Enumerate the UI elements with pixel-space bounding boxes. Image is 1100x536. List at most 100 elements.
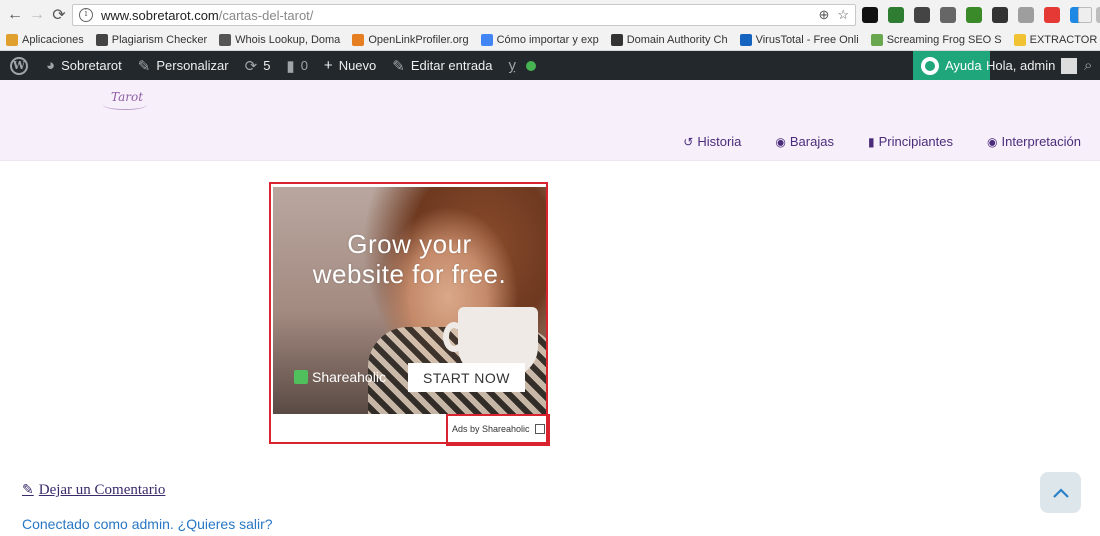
wordpress-logo-icon[interactable]: W [0, 51, 38, 80]
browser-toolbar: ← → ⟳ i www.sobretarot.com/cartas-del-ta… [0, 0, 1100, 30]
bookmark-item[interactable]: OpenLinkProfiler.org [352, 34, 469, 46]
ad-credit-link[interactable]: Ads by Shareaholic [452, 424, 545, 434]
updates-count: 5 [263, 58, 271, 73]
logo-text: Tarot [111, 90, 144, 104]
lifebuoy-icon [921, 56, 939, 75]
comments-count: 0 [300, 58, 308, 73]
ad-brand-name: Shareaholic [312, 369, 386, 385]
ext-4-icon[interactable] [940, 7, 956, 23]
leave-comment-label: Dejar un Comentario [38, 482, 166, 498]
google-icon [480, 34, 493, 46]
bookmark-item[interactable]: Screaming Frog SEO S [870, 34, 1002, 46]
bookmark-star-icon[interactable]: ☆ [837, 7, 849, 23]
globe-icon: ◉ [775, 134, 786, 149]
extensions-area [862, 7, 1100, 23]
shareaholic-ad[interactable]: Grow your website for free. Shareaholic … [273, 187, 546, 414]
pencil-icon: ✎ [392, 57, 405, 75]
history-icon: ↺ [683, 134, 694, 149]
ext-7-icon[interactable] [1018, 7, 1034, 23]
back-icon[interactable]: ← [4, 4, 26, 26]
ext-1-icon[interactable] [862, 7, 878, 23]
help-button[interactable]: Ayuda [913, 51, 990, 80]
ad-headline-line-2: website for free. [312, 259, 507, 289]
edit-post-link[interactable]: ✎ Editar entrada [384, 51, 500, 80]
avatar [1061, 57, 1078, 74]
ext-2-icon[interactable] [888, 7, 904, 23]
ad-headline-line-1: Grow your [347, 229, 472, 259]
new-label: Nuevo [338, 58, 377, 73]
edit-icon: ✎ [22, 483, 34, 498]
admin-site-link[interactable]: ◕ Sobretarot [38, 51, 130, 80]
customize-link[interactable]: ✎ Personalizar [130, 51, 237, 80]
bookmark-label: VirusTotal - Free Onli [755, 34, 859, 46]
zoom-icon[interactable]: ⊕ [818, 7, 829, 23]
nav-item-historia[interactable]: ↺ Historia [683, 134, 741, 149]
updates-icon: ⟳ [244, 57, 258, 75]
nav-item-principiantes[interactable]: ▮ Principiantes [868, 134, 953, 149]
help-label: Ayuda [945, 58, 982, 73]
ext-5-icon[interactable] [966, 7, 982, 23]
book-icon: ▮ [867, 134, 875, 149]
admin-site-name: Sobretarot [61, 58, 122, 73]
nav-item-barajas[interactable]: ◉ Barajas [775, 134, 834, 149]
user-account-menu[interactable]: Hola, admin [986, 51, 1078, 80]
comment-icon: ▮ [286, 57, 295, 75]
ad-credit-text: Ads by Shareaholic [452, 424, 530, 434]
bookmark-item[interactable]: Plagiarism Checker [95, 34, 208, 46]
plagiarism-icon [95, 34, 108, 46]
ad-brand: Shareaholic [294, 369, 386, 385]
bookmark-label: Whois Lookup, Doma [235, 34, 341, 46]
ext-8-icon[interactable] [1044, 7, 1060, 23]
ext-6-icon[interactable] [992, 7, 1008, 23]
nav-item-label: Barajas [789, 134, 834, 149]
yoast-seo-link[interactable]: ỵ [501, 51, 545, 80]
search-icon[interactable]: ⌕ [1084, 57, 1092, 74]
bookmark-item[interactable]: Whois Lookup, Doma [219, 34, 340, 46]
apps-icon [6, 34, 18, 46]
dashboard-icon: ◕ [46, 57, 56, 74]
info-icon[interactable]: i [79, 8, 93, 22]
site-logo[interactable]: Tarot [103, 90, 147, 110]
menu-icon[interactable] [1078, 7, 1092, 23]
address-bar[interactable]: i www.sobretarot.com/cartas-del-tarot/ ⊕… [72, 4, 856, 26]
bookmark-item[interactable]: EXTRACTOR DE CORR [1013, 34, 1100, 46]
shareaholic-logo-icon [294, 370, 308, 384]
bookmark-label: Screaming Frog SEO S [886, 34, 1002, 46]
chevron-up-icon [1052, 487, 1069, 498]
bookmark-item[interactable]: Cómo importar y exp [480, 34, 599, 46]
new-content-link[interactable]: + Nuevo [316, 51, 384, 80]
bookmark-label: Domain Authority Ch [626, 34, 728, 46]
forward-icon[interactable]: → [26, 4, 48, 26]
bookmarks-bar: Aplicaciones Plagiarism Checker Whois Look… [0, 30, 1100, 51]
bookmark-label: EXTRACTOR DE CORR [1029, 34, 1100, 46]
domain-authority-icon [610, 34, 623, 46]
scroll-to-top-button[interactable] [1040, 472, 1081, 513]
url-path: /cartas-del-tarot/ [218, 7, 314, 23]
openlink-icon [352, 34, 365, 46]
ext-3-icon[interactable] [914, 7, 930, 23]
bookmark-item[interactable]: Domain Authority Ch [610, 34, 728, 46]
brush-icon: ✎ [137, 57, 151, 75]
ad-headline: Grow your website for free. [273, 229, 546, 289]
start-now-button[interactable]: START NOW [408, 363, 525, 392]
comments-link[interactable]: ▮ 0 [278, 51, 316, 80]
url-host: www.sobretarot.com [101, 7, 219, 23]
bookmark-label: Cómo importar y exp [496, 34, 599, 46]
bookmark-item[interactable]: Aplicaciones [6, 34, 84, 46]
ext-10-icon[interactable] [1096, 7, 1100, 23]
bookmark-label: Plagiarism Checker [111, 34, 208, 46]
leave-comment-link[interactable]: ✎ Dejar un Comentario [22, 482, 165, 499]
nav-item-interpretación[interactable]: ◉ Interpretación [987, 134, 1081, 149]
updates-link[interactable]: ⟳ 5 [237, 51, 279, 80]
plus-icon: + [323, 57, 333, 74]
frog-icon [870, 34, 883, 46]
logged-in-as-link[interactable]: Conectado como admin. ¿Quieres salir? [22, 516, 273, 532]
eye-icon: ◉ [987, 134, 998, 149]
reload-icon[interactable]: ⟳ [48, 4, 70, 26]
wp-admin-bar: W ◕ Sobretarot ✎ Personalizar ⟳ 5 ▮ 0 + … [0, 51, 1100, 80]
bookmark-item[interactable]: VirusTotal - Free Onli [739, 34, 859, 46]
edit-label: Editar entrada [410, 58, 493, 73]
customize-label: Personalizar [156, 58, 229, 73]
yoast-icon: ỵ [508, 57, 517, 74]
user-greeting: Hola, admin [986, 58, 1056, 73]
